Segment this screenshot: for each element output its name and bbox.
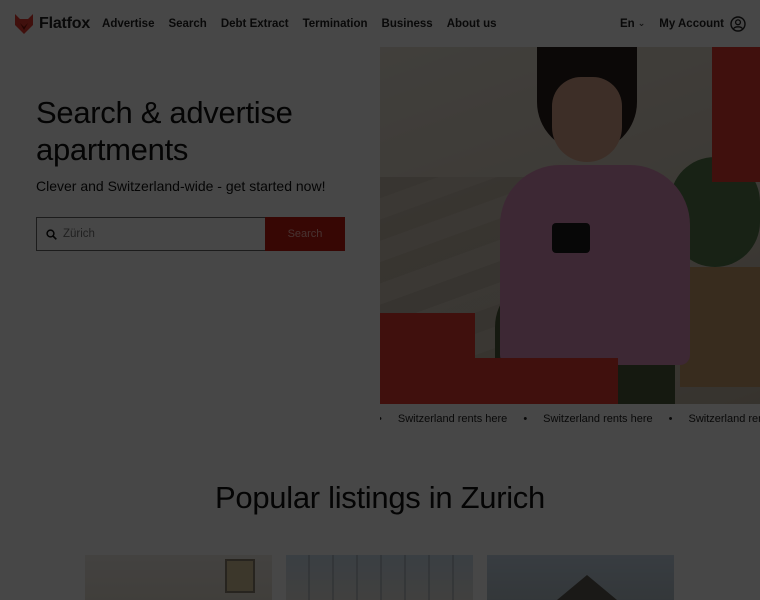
nav-advertise[interactable]: Advertise: [102, 18, 154, 30]
hero-image: [380, 47, 760, 404]
listings-row: [85, 555, 675, 600]
hero-title: Search & advertise apartments: [36, 94, 356, 168]
location-search-input[interactable]: [63, 228, 253, 240]
my-account-link[interactable]: My Account: [659, 15, 746, 32]
user-icon: [730, 15, 746, 32]
ticker-separator: •: [523, 413, 528, 425]
search-icon: [46, 228, 57, 240]
marquee-ticker: • Switzerland rents here • Switzerland r…: [380, 404, 760, 434]
photo-box: [680, 267, 760, 387]
hero-section: Search & advertise apartments Clever and…: [36, 94, 356, 251]
photo-person-body: [500, 165, 690, 365]
listing-card[interactable]: [85, 555, 272, 600]
ticker-separator: •: [668, 413, 673, 425]
decor-red-block-top: [712, 47, 760, 182]
ticker-item: Switzerland rents here: [688, 413, 760, 425]
hero-title-line1: Search & advertise: [36, 95, 293, 130]
photo-person-face: [552, 77, 622, 162]
listing-card[interactable]: [286, 555, 473, 600]
ticker-separator: •: [380, 413, 382, 425]
logo-text: Flatfox: [39, 14, 91, 32]
logo[interactable]: Flatfox: [14, 13, 90, 35]
hero-title-line2: apartments: [36, 132, 189, 167]
listing-card[interactable]: [487, 555, 674, 600]
nav-termination[interactable]: Termination: [303, 18, 368, 30]
search-button[interactable]: Search: [265, 217, 345, 251]
nav-business[interactable]: Business: [382, 18, 433, 30]
photo-phone: [552, 223, 590, 253]
language-label: En: [620, 17, 635, 30]
main-nav: Advertise Search Debt Extract Terminatio…: [102, 18, 496, 30]
search-box: [36, 217, 265, 251]
header-right: En ⌄ My Account: [620, 15, 746, 32]
ticker-track: • Switzerland rents here • Switzerland r…: [380, 413, 760, 425]
nav-debt-extract[interactable]: Debt Extract: [221, 18, 289, 30]
account-label: My Account: [659, 17, 724, 30]
nav-about-us[interactable]: About us: [447, 18, 497, 30]
fox-logo-icon: [15, 13, 33, 34]
ticker-item: Switzerland rents here: [397, 413, 508, 425]
popular-listings-title: Popular listings in Zurich: [215, 480, 545, 515]
top-header: Flatfox Advertise Search Debt Extract Te…: [0, 0, 760, 47]
chevron-down-icon: ⌄: [637, 18, 646, 28]
nav-search[interactable]: Search: [168, 18, 206, 30]
language-selector[interactable]: En ⌄: [620, 18, 645, 30]
ticker-item: Switzerland rents here: [543, 413, 653, 425]
search-form: Search: [36, 217, 345, 251]
hero-subtitle: Clever and Switzerland-wide - get starte…: [36, 178, 326, 194]
decor-red-block-bottom-wide: [380, 358, 618, 404]
